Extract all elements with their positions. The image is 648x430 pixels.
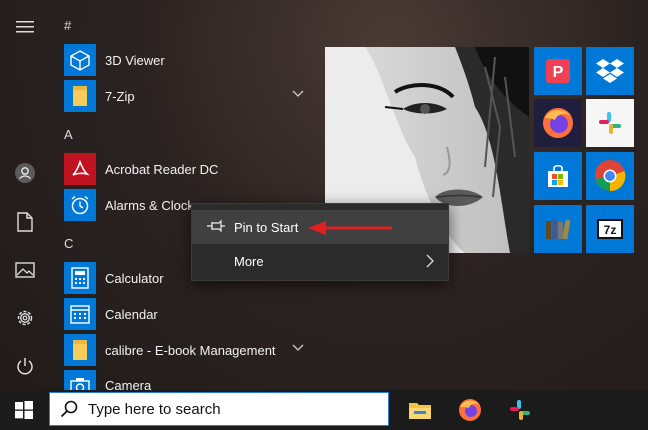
alarm-clock-icon [64,189,96,221]
svg-text:7z: 7z [604,223,617,237]
start-rail [0,0,50,390]
firefox-icon [459,399,481,421]
user-account-button[interactable] [8,156,42,190]
chevron-down-icon[interactable] [292,344,304,352]
app-camera[interactable]: Camera [64,370,308,390]
windows-logo-icon [15,401,33,419]
app-acrobat-reader[interactable]: Acrobat Reader DC [64,153,308,185]
dropbox-icon [596,59,624,83]
tile-firefox[interactable] [534,99,582,147]
search-placeholder: Type here to search [88,400,221,418]
more-item[interactable]: More [192,244,448,278]
app-label: Calendar [105,306,158,322]
start-button[interactable] [0,390,48,430]
tile-dropbox[interactable] [586,47,634,95]
pictures-icon [15,262,35,278]
camera-icon [64,370,96,390]
search-icon [60,400,78,418]
app-label: Alarms & Clock [105,197,194,213]
taskbar-slack[interactable] [496,390,544,430]
gear-icon [17,310,33,326]
power-icon [17,358,33,375]
highlight-arrow-icon [308,221,392,235]
acrobat-icon [64,153,96,185]
calculator-icon [64,262,96,294]
tile-7zip[interactable]: 7z [586,205,634,253]
app-label: 3D Viewer [105,52,165,68]
chevron-right-icon [426,254,434,268]
more-label: More [234,253,264,269]
folder-icon [64,334,96,366]
power-button[interactable] [8,349,42,383]
7zip-icon: 7z [597,219,623,239]
tile-microsoft-store[interactable] [534,152,582,200]
context-menu: Pin to Start More [191,203,449,281]
tile-books[interactable] [534,205,582,253]
section-header-a[interactable]: A [64,127,73,142]
file-explorer-icon [409,403,431,419]
app-3d-viewer[interactable]: 3D Viewer [64,44,308,76]
books-icon [546,219,571,240]
hamburger-icon [16,21,34,33]
pictures-button[interactable] [8,253,42,287]
search-box[interactable]: Type here to search [49,392,389,426]
taskbar-file-explorer[interactable] [396,390,444,430]
pin-to-start-label: Pin to Start [234,219,299,235]
tile-pocket[interactable]: P [534,47,582,95]
chrome-icon [594,159,626,192]
chevron-down-icon[interactable] [292,90,304,98]
folder-icon [64,80,96,112]
firefox-icon [543,108,573,138]
taskbar-firefox[interactable] [446,390,494,430]
document-icon [17,212,33,232]
app-label: Acrobat Reader DC [105,161,219,177]
app-list: # 3D Viewer 7-Zip A Acrobat Reader DC Al… [58,0,308,390]
pin-icon [207,219,225,233]
calendar-icon [64,298,96,330]
3d-viewer-icon [64,44,96,76]
app-calendar[interactable]: Calendar [64,298,308,330]
pocket-icon: P [546,59,570,83]
app-calibre[interactable]: calibre - E-book Management [64,334,308,366]
slack-icon [599,112,621,134]
tile-slack[interactable] [586,99,634,147]
app-label: Camera [105,378,152,390]
user-icon [15,163,35,183]
documents-button[interactable] [8,205,42,239]
hamburger-menu-button[interactable] [8,10,42,44]
app-label: 7-Zip [105,88,135,104]
tile-chrome[interactable] [586,152,634,200]
svg-text:P: P [553,64,564,81]
section-header-hash[interactable]: # [64,18,71,33]
taskbar: Type here to search [0,390,648,430]
app-7-zip[interactable]: 7-Zip [64,80,308,112]
app-label: Calculator [105,270,164,286]
section-header-c[interactable]: C [64,236,73,251]
settings-button[interactable] [8,301,42,335]
store-bag-icon [548,164,568,187]
slack-icon [510,400,530,420]
app-label: calibre - E-book Management [105,342,276,358]
